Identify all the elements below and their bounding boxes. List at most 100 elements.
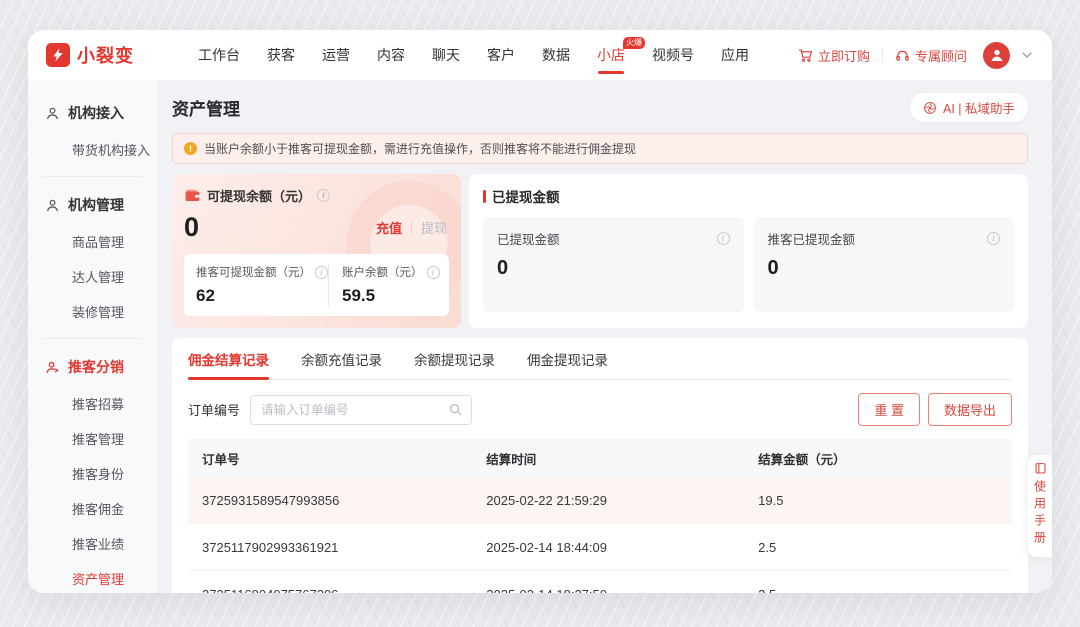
order-no-label: 订单编号 (188, 400, 240, 419)
advisor-button[interactable]: 专属顾问 (895, 46, 967, 65)
account-balance-value: 59.5 (342, 286, 440, 306)
cart-icon (798, 48, 813, 63)
headset-icon (895, 48, 910, 63)
withdraw-button[interactable]: 提现 (421, 218, 447, 237)
app-window: 小裂变 工作台 获客 运营 内容 聊天 客户 数据 小店 火爆 视频号 应用 立… (28, 30, 1052, 593)
records-panel: 佣金结算记录 余额充值记录 余额提现记录 佣金提现记录 订单编号 重 置 数据导… (172, 338, 1028, 593)
nav-item-shop[interactable]: 小店 火爆 (597, 30, 625, 80)
withdrawable-balance-card: 可提现余额（元） i 0 充值 提现 推客可提现金额（元）i (172, 174, 461, 328)
cell-order-no: 3725116904975767296 (188, 587, 472, 594)
promoter-withdrawn-box: 推客已提现金额 i 0 (754, 217, 1015, 312)
nav-item-chat[interactable]: 聊天 (432, 30, 460, 80)
sidebar-item-promoter-performance[interactable]: 推客业绩 (28, 526, 157, 561)
main-content: 资产管理 AI | 私域助手 ! 当账户余额小于推客可提现金额，需进行充值操作，… (158, 80, 1052, 593)
tab-balance-recharge[interactable]: 余额充值记录 (301, 338, 382, 379)
table-row[interactable]: 3725931589547993856 2025-02-22 21:59:29 … (188, 477, 1012, 524)
reset-button[interactable]: 重 置 (858, 393, 920, 426)
divider (44, 338, 141, 339)
nav-item-video[interactable]: 视频号 (652, 30, 694, 80)
sidebar-item-decor-manage[interactable]: 装修管理 (28, 294, 157, 329)
col-settle-amount: 结算金额（元） (744, 449, 1012, 468)
recharge-button[interactable]: 充值 (376, 218, 402, 237)
table-row[interactable]: 3725117902993361921 2025-02-14 18:44:09 … (188, 524, 1012, 571)
nav-item-data[interactable]: 数据 (542, 30, 570, 80)
table-header: 订单号 结算时间 结算金额（元） (188, 439, 1012, 477)
cell-order-no: 3725931589547993856 (188, 493, 472, 508)
tab-commission-settlement[interactable]: 佣金结算记录 (188, 338, 269, 379)
sidebar-item-org-access-entry[interactable]: 带货机构接入 (28, 132, 157, 167)
nav-item-workbench[interactable]: 工作台 (198, 30, 240, 80)
navbar-right: 立即订购 专属顾问 (798, 42, 1032, 69)
info-icon[interactable]: i (315, 266, 328, 279)
export-data-button[interactable]: 数据导出 (928, 393, 1012, 426)
order-now-button[interactable]: 立即订购 (798, 46, 870, 65)
balance-subcard: 推客可提现金额（元） i 62 账户余额（元） i 59.5 (184, 254, 449, 316)
cell-settle-amount: 2.5 (744, 587, 1012, 594)
col-order-no: 订单号 (188, 449, 472, 468)
info-icon[interactable]: i (717, 232, 730, 245)
cell-settle-time: 2025-02-14 18:44:09 (472, 540, 744, 555)
chevron-down-icon[interactable] (1022, 52, 1032, 58)
nav-item-customer[interactable]: 客户 (487, 30, 515, 80)
cell-settle-time: 2025-02-14 18:27:50 (472, 587, 744, 594)
promoter-withdrawn-label: 推客已提现金额 (768, 229, 856, 248)
search-icon[interactable] (448, 402, 463, 417)
info-icon[interactable]: i (317, 189, 330, 202)
page-title: 资产管理 (172, 95, 240, 120)
nav-item-acquisition[interactable]: 获客 (267, 30, 295, 80)
avatar[interactable] (983, 42, 1010, 69)
tab-commission-withdraw[interactable]: 佣金提现记录 (527, 338, 608, 379)
user-manual-tab[interactable]: 使用手册 (1028, 455, 1052, 557)
person-icon (45, 198, 60, 213)
sidebar-item-promoter-manage[interactable]: 推客管理 (28, 421, 157, 456)
sidebar-item-promoter-identity[interactable]: 推客身份 (28, 456, 157, 491)
nav-item-operation[interactable]: 运营 (322, 30, 350, 80)
person-icon (45, 106, 60, 121)
withdrawn-amount-card: 已提现金额 已提现金额 i 0 推客已提现金额 (469, 174, 1028, 328)
cell-settle-time: 2025-02-22 21:59:29 (472, 493, 744, 508)
sidebar-group-promoter[interactable]: 推客分销 (28, 348, 157, 386)
sidebar-item-asset-manage[interactable]: 资产管理 (28, 561, 157, 593)
wallet-icon (184, 187, 201, 204)
nav-item-content[interactable]: 内容 (377, 30, 405, 80)
sidebar: 机构接入 带货机构接入 机构管理 商品管理 达人管理 装修管理 推客分销 推客招… (28, 80, 158, 593)
active-tab-underline (598, 71, 624, 74)
table-row[interactable]: 3725116904975767296 2025-02-14 18:27:50 … (188, 571, 1012, 593)
sidebar-item-promoter-recruit[interactable]: 推客招募 (28, 386, 157, 421)
promoter-withdrawable-label: 推客可提现金额（元） (196, 264, 311, 280)
promoter-withdrawn-value: 0 (768, 257, 1001, 280)
balance-value: 0 (184, 214, 199, 241)
brand-logo-icon (46, 43, 70, 67)
col-settle-time: 结算时间 (472, 449, 744, 468)
sidebar-group-org-access[interactable]: 机构接入 (28, 94, 157, 132)
brand-name: 小裂变 (77, 42, 134, 68)
divider (411, 222, 412, 234)
tab-balance-withdraw[interactable]: 余额提现记录 (414, 338, 495, 379)
withdrawn-section-title: 已提现金额 (492, 186, 560, 206)
divider (882, 48, 883, 62)
brand-logo[interactable]: 小裂变 (46, 42, 180, 68)
account-balance-label: 账户余额（元） (342, 264, 423, 280)
sidebar-group-org-manage[interactable]: 机构管理 (28, 186, 157, 224)
sidebar-item-product-manage[interactable]: 商品管理 (28, 224, 157, 259)
promoter-withdrawable-value: 62 (196, 286, 328, 306)
cell-order-no: 3725117902993361921 (188, 540, 472, 555)
order-no-input[interactable] (250, 395, 472, 425)
user-icon (989, 47, 1005, 63)
top-navbar: 小裂变 工作台 获客 运营 内容 聊天 客户 数据 小店 火爆 视频号 应用 立… (28, 30, 1052, 80)
ai-flower-icon (923, 101, 937, 115)
sidebar-item-talent-manage[interactable]: 达人管理 (28, 259, 157, 294)
warning-text: 当账户余额小于推客可提现金额，需进行充值操作，否则推客将不能进行佣金提现 (204, 140, 636, 157)
manual-label: 使用手册 (1032, 480, 1049, 548)
main-nav: 工作台 获客 运营 内容 聊天 客户 数据 小店 火爆 视频号 应用 (198, 30, 749, 80)
withdrawn-amount-box: 已提现金额 i 0 (483, 217, 744, 312)
info-icon[interactable]: i (987, 232, 1000, 245)
nav-item-apps[interactable]: 应用 (721, 30, 749, 80)
person-share-icon (45, 360, 60, 375)
manual-book-icon (1034, 462, 1047, 475)
records-tabs: 佣金结算记录 余额充值记录 余额提现记录 佣金提现记录 (188, 338, 1012, 380)
cell-settle-amount: 2.5 (744, 540, 1012, 555)
info-icon[interactable]: i (427, 266, 440, 279)
ai-assistant-button[interactable]: AI | 私域助手 (910, 93, 1028, 122)
sidebar-item-promoter-commission[interactable]: 推客佣金 (28, 491, 157, 526)
